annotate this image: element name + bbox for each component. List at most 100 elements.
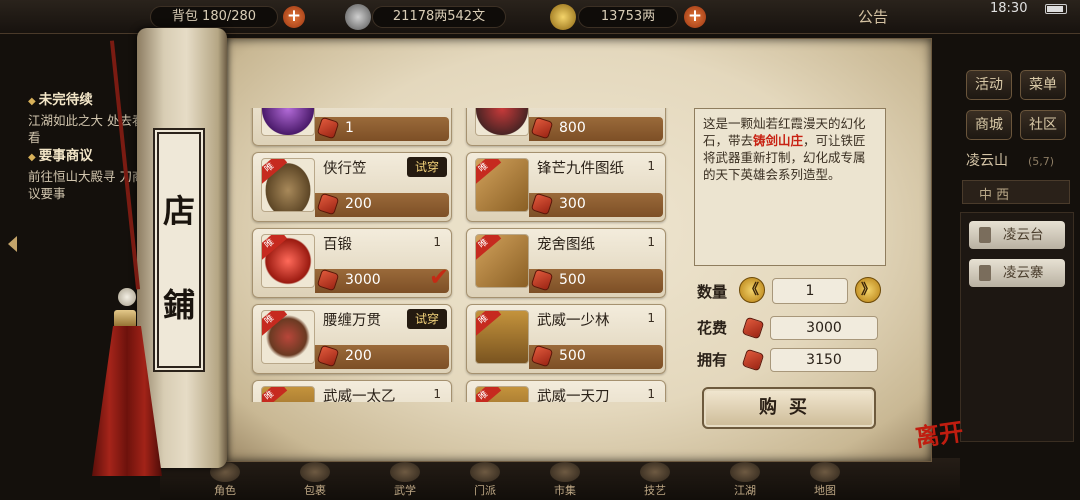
minimap-label: 中 西 — [979, 188, 1010, 203]
gold-amount: 13753两 — [578, 6, 678, 28]
leave-button[interactable]: 离开 — [913, 412, 965, 453]
silver-icon — [345, 4, 371, 30]
quest-heading-1: 未完待续 — [28, 92, 148, 110]
blueprint-book-icon: 唯 — [475, 234, 529, 288]
nav-craft-button[interactable]: 技艺 — [630, 462, 680, 498]
unique-tag: 唯 — [262, 159, 288, 185]
item-name: 武威一少林 — [537, 313, 610, 329]
nav-label: 技艺 — [644, 484, 666, 497]
menu-button[interactable]: 菜单 — [1020, 70, 1066, 100]
shop-item[interactable]: 唯 武威一少林 1 500 — [466, 304, 666, 374]
buy-button[interactable]: 购买 — [702, 387, 876, 429]
tassel-cap — [114, 310, 136, 328]
unique-tag: 唯 — [476, 235, 502, 261]
shop-title-char-2: 鋪 — [162, 286, 195, 324]
shop-item[interactable]: 唯 宠舍图纸 1 500 — [466, 228, 666, 298]
map-icon — [810, 462, 840, 482]
jianghu-icon — [730, 462, 760, 482]
yinyang-icon — [470, 462, 500, 482]
item-price: 300 — [559, 196, 586, 212]
checkmark-icon: ✔ — [429, 263, 450, 291]
item-name: 侠行笠 — [323, 161, 367, 177]
nav-label: 角色 — [214, 484, 236, 497]
nav-skill-button[interactable]: 武学 — [380, 462, 430, 498]
item-name: 锋芒九件图纸 — [537, 161, 624, 177]
minimap[interactable]: 中 西 — [962, 180, 1070, 204]
banner-icon: 唯 — [475, 386, 529, 402]
nav-label: 门派 — [474, 484, 496, 497]
armor-icon — [475, 108, 529, 136]
quantity-label: 数量 — [697, 283, 728, 301]
nav-label: 地图 — [814, 484, 836, 497]
try-on-button[interactable]: 试穿 — [407, 309, 447, 329]
clock: 18:30 — [990, 1, 1028, 16]
shop-item[interactable]: 唯 腰缠万贯 试穿 200 — [252, 304, 452, 374]
cost-label: 花费 — [697, 319, 728, 337]
silver-amount: 21178两542文 — [372, 6, 506, 28]
notice-button[interactable]: 公告 — [858, 6, 888, 27]
item-name: 腰缠万贯 — [323, 313, 381, 329]
item-price: 500 — [559, 272, 586, 288]
add-gold-button[interactable]: + — [684, 6, 706, 28]
unique-tag: 唯 — [476, 387, 502, 402]
item-name: 武威一太乙 — [323, 389, 396, 402]
item-price: 1 — [345, 120, 354, 136]
add-bag-button[interactable]: + — [283, 6, 305, 28]
item-price: 200 — [345, 196, 372, 212]
shop-item[interactable]: 1 — [252, 108, 452, 146]
shop-item[interactable]: 唯 武威一天刀 1 — [466, 380, 666, 402]
increase-qty-button[interactable]: 》 — [855, 277, 881, 303]
location-lingyuntai-button[interactable]: 凌云台 — [969, 221, 1065, 249]
activity-button[interactable]: 活动 — [966, 70, 1012, 100]
nav-map-button[interactable]: 地图 — [800, 462, 850, 498]
straw-hat-icon: 唯 — [261, 158, 315, 212]
collapse-left-arrow-icon[interactable] — [8, 236, 17, 252]
community-button[interactable]: 社区 — [1020, 110, 1066, 140]
door-icon — [979, 265, 991, 281]
location-lingyunzhai-button[interactable]: 凌云寨 — [969, 259, 1065, 287]
shop-item[interactable]: 800 — [466, 108, 666, 146]
door-icon — [979, 227, 991, 243]
quest-heading-2: 要事商议 — [28, 148, 148, 166]
item-qty: 1 — [433, 387, 441, 401]
nav-label: 市集 — [554, 484, 576, 497]
decrease-qty-button[interactable]: 《 — [739, 277, 765, 303]
nav-jianghu-button[interactable]: 江湖 — [720, 462, 770, 498]
nav-label: 武学 — [394, 484, 416, 497]
item-price: 800 — [559, 120, 586, 136]
desc-highlight: 铸剑山庄 — [753, 133, 804, 148]
quantity-input[interactable]: 1 — [772, 278, 848, 304]
shop-item[interactable]: 唯 侠行笠 试穿 200 — [252, 152, 452, 222]
craft-icon — [640, 462, 670, 482]
shop-item-selected[interactable]: 唯 百锻 1 3000 ✔ — [252, 228, 452, 298]
nav-bag-button[interactable]: 包裹 — [290, 462, 340, 498]
shop-item[interactable]: 唯 锋芒九件图纸 1 300 — [466, 152, 666, 222]
shop-item[interactable]: 唯 武威一太乙 1 — [252, 380, 452, 402]
item-price: 3000 — [345, 272, 381, 288]
nav-market-button[interactable]: 市集 — [540, 462, 590, 498]
gold-icon — [550, 4, 576, 30]
mall-button[interactable]: 商城 — [966, 110, 1012, 140]
banner-icon: 唯 — [475, 310, 529, 364]
location-name: 凌云山 — [966, 153, 1008, 169]
item-price: 200 — [345, 348, 372, 364]
market-icon — [550, 462, 580, 482]
shop-title-char-1: 店 — [162, 192, 195, 230]
try-on-button[interactable]: 试穿 — [407, 157, 447, 177]
location-lingyuntai-label: 凌云台 — [1003, 227, 1044, 243]
quest-panel[interactable]: 未完待续 江湖如此之大 处去看看 要事商议 前往恒山大殿寻 刀商议要事 — [28, 92, 148, 204]
location-lingyunzhai-label: 凌云寨 — [1003, 265, 1044, 281]
amethyst-icon — [261, 108, 315, 136]
nav-sect-button[interactable]: 门派 — [460, 462, 510, 498]
bag-capacity: 背包 180/280 — [150, 6, 278, 28]
shop-title: 店 鋪 — [155, 130, 203, 370]
red-gem-icon: 唯 — [261, 234, 315, 288]
location-label: 凌云山 (5,7) — [966, 150, 1054, 170]
item-price: 500 — [559, 348, 586, 364]
blueprint-book-icon: 唯 — [475, 158, 529, 212]
item-grid[interactable]: 1 800 唯 侠行笠 试穿 200 唯 锋芒九件图纸 1 300 唯 百锻 1… — [250, 108, 676, 402]
unique-tag: 唯 — [262, 235, 288, 261]
location-coord: (5,7) — [1028, 155, 1055, 168]
owned-label: 拥有 — [697, 351, 728, 369]
location-list: 凌云台 凌云寨 — [960, 212, 1074, 442]
